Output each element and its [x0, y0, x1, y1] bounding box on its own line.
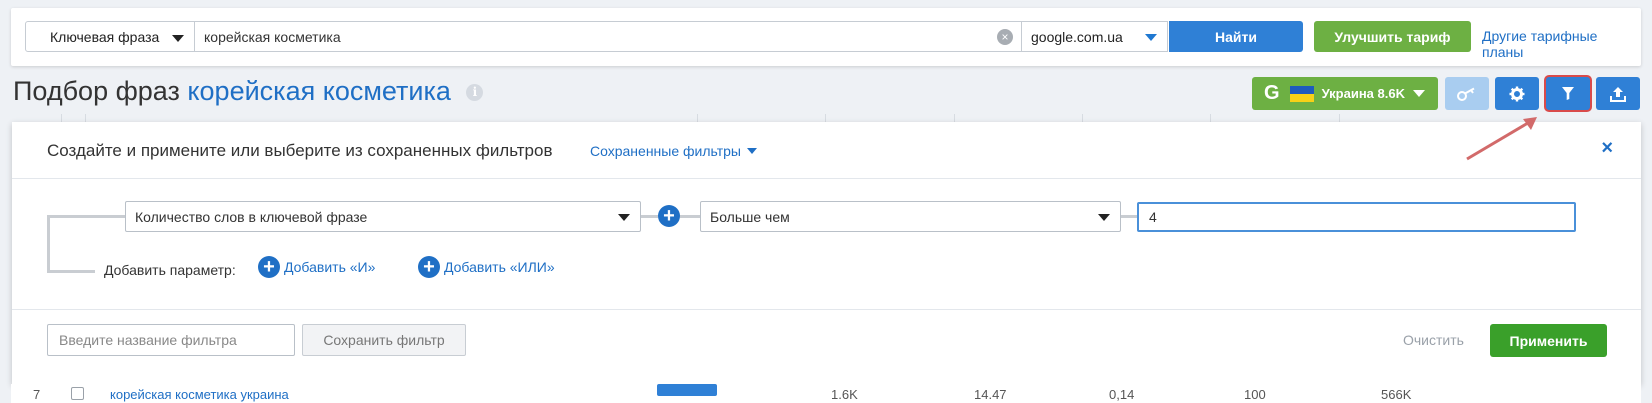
row-checkbox[interactable]	[71, 387, 84, 400]
add-parameter-label: Добавить параметр:	[104, 262, 236, 278]
filter-value-text: 4	[1149, 209, 1157, 225]
saved-filters-label: Сохраненные фильтры	[590, 143, 741, 159]
tree-connector	[641, 215, 658, 218]
close-icon[interactable]: ×	[1601, 137, 1613, 160]
google-icon: G	[1264, 82, 1280, 104]
filter-icon	[1562, 87, 1574, 100]
table-column-divider	[954, 114, 955, 122]
annotation-arrow	[1466, 117, 1537, 161]
add-or-button[interactable]: + Добавить «ИЛИ»	[418, 256, 555, 278]
search-query: корейская косметика	[204, 28, 341, 45]
saved-filters-dropdown[interactable]: Сохраненные фильтры	[590, 143, 757, 159]
table-column-divider	[825, 114, 826, 122]
upload-icon	[1610, 86, 1626, 102]
add-and-button[interactable]: + Добавить «И»	[258, 256, 375, 278]
chevron-down-icon	[172, 35, 184, 42]
row-phrase-link[interactable]: корейская косметика украина	[110, 387, 289, 402]
search-type-label: Ключевая фраза	[50, 28, 160, 45]
settings-button[interactable]	[1495, 77, 1539, 110]
plus-circle-icon: +	[258, 256, 280, 278]
tree-connector	[1121, 215, 1137, 218]
filter-button[interactable]	[1546, 77, 1590, 110]
domain-label: google.com.ua	[1031, 28, 1123, 45]
tree-connector	[47, 215, 50, 273]
search-engine-region-button[interactable]: G Украина 8.6K	[1252, 77, 1438, 110]
upgrade-button[interactable]: Улучшить тариф	[1314, 21, 1471, 52]
filter-condition-value: Больше чем	[710, 208, 790, 225]
plus-circle-icon[interactable]: +	[658, 205, 680, 227]
filter-name-input[interactable]: Введите название фильтра	[47, 324, 295, 356]
filter-name-placeholder: Введите название фильтра	[59, 332, 237, 348]
chevron-down-icon	[1145, 34, 1157, 41]
row-competition: 0,14	[1109, 387, 1135, 402]
region-label: Украина 8.6K	[1321, 86, 1405, 101]
save-filter-button[interactable]: Сохранить фильтр	[302, 324, 466, 356]
search-type-select[interactable]: Ключевая фраза	[25, 21, 195, 52]
table-row[interactable]: 7 корейская косметика украина 1.6K 14.47…	[11, 384, 1641, 403]
other-plans-link[interactable]: Другие тарифные планы	[1482, 28, 1641, 60]
row-number: 7	[33, 387, 41, 402]
page-title: Подбор фраз корейская косметика i	[13, 76, 484, 107]
row-results-total: 566K	[1381, 387, 1412, 402]
table-column-divider	[61, 114, 62, 122]
clear-button[interactable]: Очистить	[1403, 332, 1464, 348]
table-column-divider	[85, 114, 86, 122]
row-actions-icon[interactable]	[657, 384, 717, 396]
row-results: 100	[1244, 387, 1266, 402]
filter-value-input[interactable]: 4	[1137, 202, 1576, 232]
add-or-label: Добавить «ИЛИ»	[444, 259, 555, 275]
domain-select[interactable]: google.com.ua	[1021, 21, 1168, 52]
table-column-divider	[1339, 114, 1340, 122]
filter-panel: Создайте и примените или выберите из сох…	[12, 122, 1641, 384]
add-and-label: Добавить «И»	[284, 259, 376, 275]
filter-parameter-select[interactable]: Количество слов в ключевой фразе	[125, 201, 641, 232]
info-icon[interactable]: i	[466, 84, 484, 102]
chevron-down-icon	[1098, 214, 1110, 221]
filter-condition-select[interactable]: Больше чем	[700, 201, 1121, 232]
find-button[interactable]: Найти	[1169, 21, 1303, 52]
table-column-divider	[1082, 114, 1083, 122]
page-title-keyword: корейская косметика	[187, 76, 451, 106]
chevron-down-icon	[747, 148, 757, 154]
search-input[interactable]: корейская косметика ×	[194, 21, 1022, 52]
row-volume: 1.6K	[831, 387, 858, 402]
tree-connector	[47, 270, 95, 273]
ukraine-flag-icon	[1289, 85, 1314, 102]
table-column-divider	[697, 114, 698, 122]
tree-connector	[47, 215, 125, 218]
page-title-prefix: Подбор фраз	[13, 76, 180, 106]
key-button[interactable]	[1445, 77, 1489, 110]
search-bar: Ключевая фраза корейская косметика × goo…	[11, 8, 1641, 66]
clear-icon[interactable]: ×	[997, 29, 1013, 45]
chevron-down-icon	[618, 214, 630, 221]
plus-circle-icon: +	[418, 256, 440, 278]
chevron-down-icon	[1412, 90, 1425, 97]
tree-connector	[680, 215, 700, 218]
filter-panel-title: Создайте и примените или выберите из сох…	[47, 141, 553, 160]
gear-icon	[1509, 86, 1525, 101]
filter-panel-header: Создайте и примените или выберите из сох…	[12, 122, 1641, 179]
export-button[interactable]	[1596, 77, 1640, 110]
key-icon	[1457, 87, 1475, 101]
table-column-divider	[1210, 114, 1211, 122]
apply-button[interactable]: Применить	[1490, 324, 1607, 357]
row-cpc: 14.47	[974, 387, 1007, 402]
divider	[12, 309, 1641, 310]
filter-parameter-value: Количество слов в ключевой фразе	[135, 208, 368, 225]
